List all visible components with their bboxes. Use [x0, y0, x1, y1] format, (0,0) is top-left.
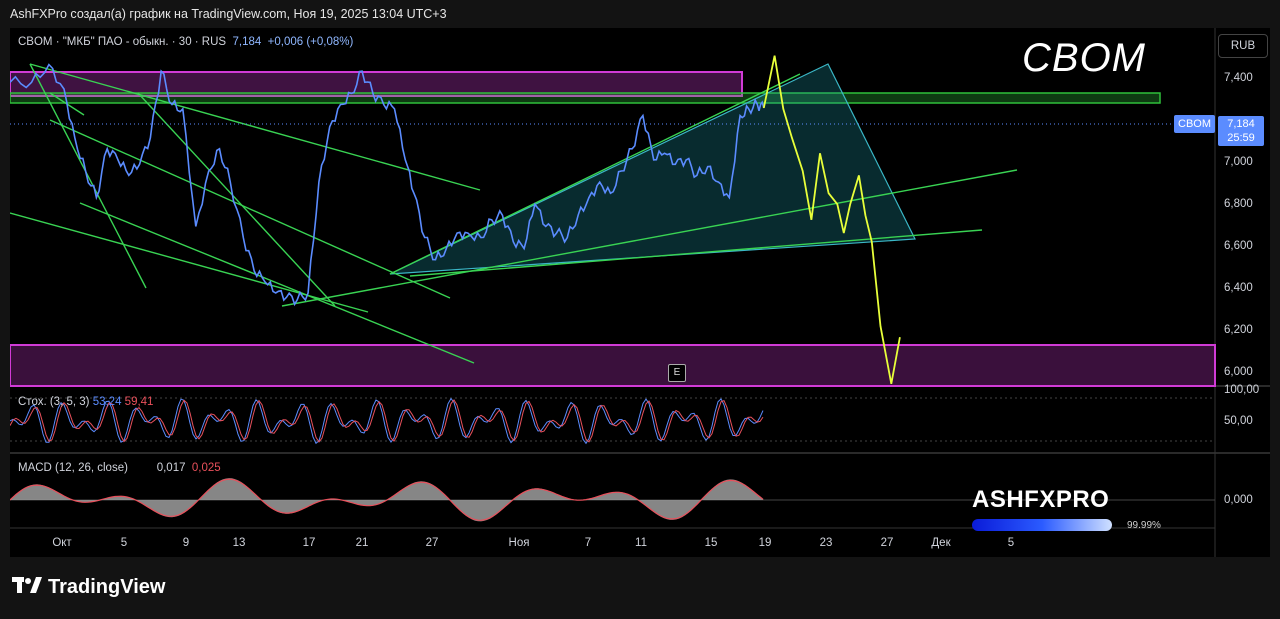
- chart-frame[interactable]: [10, 28, 1270, 557]
- stoch-tick-50: 50,00: [1224, 415, 1253, 427]
- big-ticker-label: CBOM: [1022, 36, 1146, 80]
- x-tick: 19: [758, 537, 772, 549]
- ashfxpro-logo: ASHFXPRO: [972, 486, 1110, 513]
- x-tick: 21: [355, 537, 369, 549]
- stoch-d-value: 59,41: [124, 396, 154, 408]
- macd-tick-0: 0,000: [1224, 494, 1253, 506]
- symbol-header[interactable]: CBOM · "МКБ" ПАО - обыкн. · 30 · RUS 7,1…: [18, 36, 353, 48]
- stoch-legend[interactable]: Стох. (3, 5, 3) 53,24 59,41: [18, 396, 153, 408]
- x-tick: 7: [584, 537, 592, 549]
- header-change: +0,006 (+0,08%): [267, 36, 354, 48]
- logo-percent: 99.99%: [1127, 520, 1161, 531]
- logo-progress-bar: [972, 519, 1112, 531]
- x-tick: 27: [880, 537, 894, 549]
- y-tick: 7,400: [1224, 72, 1253, 84]
- y-tick: 6,200: [1224, 324, 1253, 336]
- x-tick: Окт: [52, 537, 72, 549]
- y-tick: 7,000: [1224, 156, 1253, 168]
- tradingview-mark-icon: [12, 576, 42, 599]
- currency-button[interactable]: RUB: [1218, 34, 1268, 58]
- x-tick: 27: [425, 537, 439, 549]
- x-tick: 23: [819, 537, 833, 549]
- x-tick: 9: [182, 537, 190, 549]
- x-tick: 11: [635, 537, 647, 549]
- tradingview-wordmark: TradingView: [48, 576, 166, 598]
- support-zone-magenta[interactable]: [10, 344, 1216, 387]
- y-tick: 6,000: [1224, 366, 1253, 378]
- y-tick: 6,600: [1224, 240, 1253, 252]
- earnings-marker[interactable]: E: [668, 364, 686, 382]
- current-price-tag: 7,184 25:59: [1218, 116, 1264, 146]
- current-price-value: 7,184: [1227, 118, 1255, 130]
- x-tick: 5: [1007, 537, 1015, 549]
- price-symbol-badge: CBOM: [1174, 115, 1215, 133]
- chart-caption: AshFXPro создал(а) график на TradingView…: [10, 7, 447, 21]
- trendline-7[interactable]: [137, 92, 336, 307]
- header-price: 7,184: [232, 36, 262, 48]
- chart-canvas[interactable]: [10, 28, 1270, 557]
- x-tick: 17: [302, 537, 316, 549]
- resistance-zone-green[interactable]: [10, 92, 1161, 104]
- x-tick: 15: [704, 537, 718, 549]
- macd-signal-value: 0,025: [191, 462, 221, 474]
- y-tick: 6,400: [1224, 282, 1253, 294]
- stoch-tick-100: 100,00: [1224, 384, 1260, 396]
- macd-title: MACD (12, 26, close): [18, 462, 128, 474]
- x-tick: 13: [232, 537, 246, 549]
- stoch-k-value: 53,24: [92, 396, 122, 408]
- bar-countdown: 25:59: [1227, 132, 1255, 144]
- stoch-title: Стох. (3, 5, 3): [18, 396, 90, 408]
- tradingview-logo[interactable]: TradingView: [12, 576, 165, 599]
- x-tick: Ноя: [508, 537, 530, 549]
- symbol-description: CBOM · "МКБ" ПАО - обыкн. · 30 · RUS: [18, 36, 227, 48]
- macd-legend[interactable]: MACD (12, 26, close) 0,017 0,025: [18, 462, 221, 474]
- y-tick: 6,800: [1224, 198, 1253, 210]
- x-tick: Дек: [931, 537, 951, 549]
- macd-value: 0,017: [156, 462, 186, 474]
- x-tick: 5: [120, 537, 128, 549]
